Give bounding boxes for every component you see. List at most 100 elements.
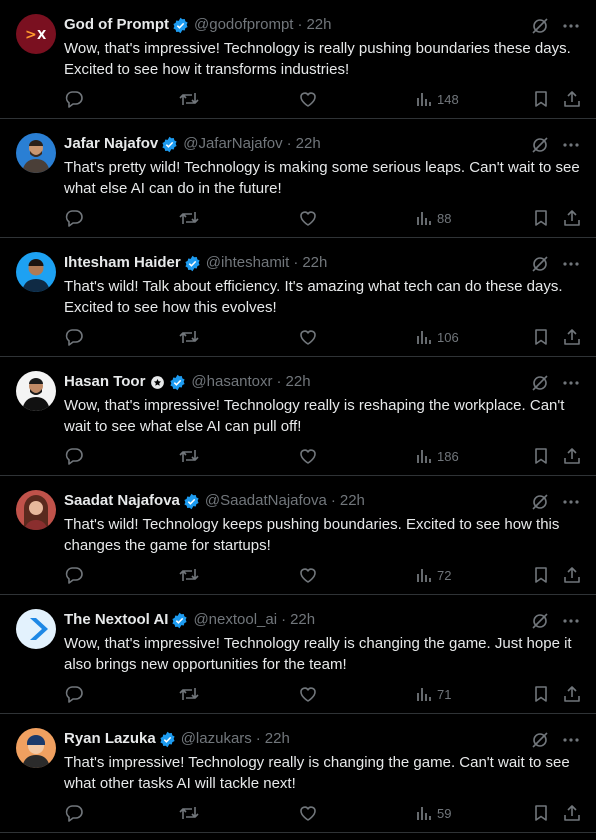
views-button[interactable]: 72	[416, 563, 451, 587]
avatar[interactable]	[16, 490, 56, 530]
display-name[interactable]: Ryan Lazuka	[64, 729, 156, 749]
tweet[interactable]: Ryan Lazuka @lazukars · 22h That's impre…	[0, 714, 596, 833]
reply-button[interactable]	[64, 325, 84, 349]
views-icon	[417, 331, 431, 344]
share-button[interactable]	[562, 325, 582, 349]
display-name[interactable]: God of Prompt	[64, 15, 169, 35]
share-button[interactable]	[562, 682, 582, 706]
like-button[interactable]	[298, 87, 318, 111]
user-handle[interactable]: @hasantoxr	[191, 372, 272, 392]
more-icon[interactable]	[562, 17, 580, 35]
share-button[interactable]	[562, 206, 582, 230]
more-icon[interactable]	[562, 731, 580, 749]
share-icon	[564, 210, 580, 226]
timestamp[interactable]: 22h	[296, 134, 321, 154]
tweet[interactable]: Saadat Najafova @SaadatNajafova · 22h Th…	[0, 476, 596, 595]
retweet-button[interactable]	[178, 563, 200, 587]
reply-icon	[65, 805, 83, 822]
more-icon[interactable]	[562, 136, 580, 154]
share-button[interactable]	[562, 801, 582, 825]
timestamp[interactable]: 22h	[265, 729, 290, 749]
views-button[interactable]: 106	[416, 325, 459, 349]
grok-icon[interactable]	[530, 373, 550, 393]
action-bar: 186	[64, 444, 582, 468]
retweet-button[interactable]	[178, 801, 200, 825]
grok-icon[interactable]	[530, 492, 550, 512]
timestamp[interactable]: 22h	[302, 253, 327, 273]
reply-button[interactable]	[64, 682, 84, 706]
display-name[interactable]: The Nextool AI	[64, 610, 168, 630]
user-handle[interactable]: @JafarNajafov	[183, 134, 282, 154]
like-button[interactable]	[298, 444, 318, 468]
like-button[interactable]	[298, 325, 318, 349]
avatar[interactable]	[16, 371, 56, 411]
tweet[interactable]: > X God of Prompt @godofprompt · 22h Wow,…	[0, 0, 596, 119]
retweet-button[interactable]	[178, 444, 200, 468]
bookmark-button[interactable]	[532, 682, 550, 706]
more-icon[interactable]	[562, 493, 580, 511]
tweet[interactable]: Jafar Najafov @JafarNajafov · 22h That's…	[0, 119, 596, 238]
bookmark-button[interactable]	[532, 801, 550, 825]
verified-badge-icon	[173, 17, 188, 33]
bookmark-button[interactable]	[532, 563, 550, 587]
grok-icon[interactable]	[530, 611, 550, 631]
like-button[interactable]	[298, 563, 318, 587]
tweet[interactable]: Hasan Toor @hasantoxr · 22h Wow, that's …	[0, 357, 596, 476]
display-name[interactable]: Jafar Najafov	[64, 134, 158, 154]
timestamp[interactable]: 22h	[306, 15, 331, 35]
grok-icon[interactable]	[530, 16, 550, 36]
tweet[interactable]: Ihtesham Haider @ihteshamit · 22h That's…	[0, 238, 596, 357]
display-name[interactable]: Saadat Najafova	[64, 491, 180, 511]
avatar[interactable]	[16, 133, 56, 173]
bookmark-button[interactable]	[532, 444, 550, 468]
user-handle[interactable]: @nextool_ai	[193, 610, 277, 630]
like-button[interactable]	[298, 682, 318, 706]
timestamp[interactable]: 22h	[290, 610, 315, 630]
user-handle[interactable]: @lazukars	[181, 729, 252, 749]
avatar[interactable]: > X	[16, 14, 56, 54]
retweet-button[interactable]	[178, 325, 200, 349]
views-button[interactable]: 71	[416, 682, 451, 706]
more-icon[interactable]	[562, 374, 580, 392]
user-handle[interactable]: @SaadatNajafova	[205, 491, 327, 511]
timestamp[interactable]: 22h	[286, 372, 311, 392]
views-button[interactable]: 148	[416, 87, 459, 111]
views-button[interactable]: 186	[416, 444, 459, 468]
retweet-button[interactable]	[178, 87, 200, 111]
reply-button[interactable]	[64, 563, 84, 587]
views-button[interactable]: 59	[416, 801, 451, 825]
bookmark-button[interactable]	[532, 325, 550, 349]
avatar[interactable]	[16, 609, 56, 649]
bookmark-button[interactable]	[532, 206, 550, 230]
grok-icon[interactable]	[530, 135, 550, 155]
user-handle[interactable]: @ihteshamit	[206, 253, 290, 273]
reply-button[interactable]	[64, 801, 84, 825]
like-button[interactable]	[298, 801, 318, 825]
reply-button[interactable]	[64, 206, 84, 230]
avatar[interactable]	[16, 252, 56, 292]
grok-icon[interactable]	[530, 254, 550, 274]
reply-button[interactable]	[64, 87, 84, 111]
reply-button[interactable]	[64, 444, 84, 468]
retweet-button[interactable]	[178, 682, 200, 706]
views-button[interactable]: 88	[416, 206, 451, 230]
retweet-button[interactable]	[178, 206, 200, 230]
action-bar: 106	[64, 325, 582, 349]
like-button[interactable]	[298, 206, 318, 230]
share-button[interactable]	[562, 444, 582, 468]
display-name[interactable]: Hasan Toor	[64, 372, 145, 392]
timestamp[interactable]: 22h	[340, 491, 365, 511]
tweet[interactable]: The Nextool AI @nextool_ai · 22h Wow, th…	[0, 595, 596, 714]
grok-icon[interactable]	[530, 730, 550, 750]
bookmark-button[interactable]	[532, 87, 550, 111]
more-icon[interactable]	[562, 255, 580, 273]
avatar[interactable]	[16, 728, 56, 768]
bookmark-icon	[535, 805, 547, 821]
like-icon	[300, 568, 316, 583]
share-button[interactable]	[562, 563, 582, 587]
more-icon[interactable]	[562, 612, 580, 630]
share-button[interactable]	[562, 87, 582, 111]
share-icon	[564, 686, 580, 702]
display-name[interactable]: Ihtesham Haider	[64, 253, 181, 273]
user-handle[interactable]: @godofprompt	[194, 15, 293, 35]
